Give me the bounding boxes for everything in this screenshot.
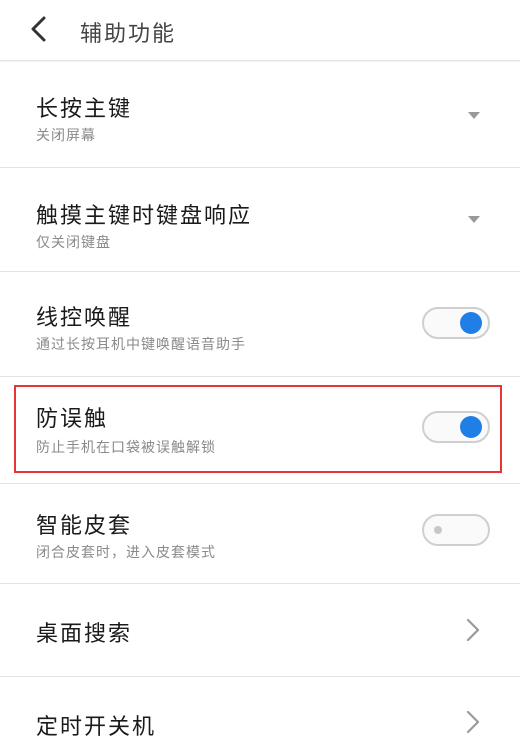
highlight-box <box>14 385 502 473</box>
setting-subtitle: 仅关闭键盘 <box>36 235 111 251</box>
page-title: 辅助功能 <box>80 22 177 47</box>
toggle-knob <box>434 526 442 534</box>
setting-title: 触摸主键时键盘响应 <box>36 204 253 229</box>
setting-subtitle: 关闭屏幕 <box>36 128 96 144</box>
setting-smart-cover: 智能皮套 闭合皮套时，进入皮套模式 <box>0 484 520 584</box>
setting-title: 桌面搜索 <box>36 622 133 647</box>
setting-title: 长按主键 <box>36 97 133 122</box>
wire-wake-toggle[interactable] <box>422 307 490 339</box>
setting-touch-home-keyboard[interactable]: 触摸主键时键盘响应 仅关闭键盘 <box>0 168 520 272</box>
app-header: 辅助功能 <box>0 0 520 61</box>
setting-subtitle: 通过长按耳机中键唤醒语音助手 <box>36 337 246 353</box>
setting-scheduled-power[interactable]: 定时开关机 <box>0 677 520 748</box>
back-button[interactable] <box>24 14 54 44</box>
chevron-right-icon <box>466 710 480 734</box>
toggle-knob <box>460 312 482 334</box>
dropdown-triangle-icon[interactable] <box>468 216 480 223</box>
back-arrow-icon <box>31 16 46 42</box>
setting-title: 定时开关机 <box>36 715 157 740</box>
chevron-right-icon <box>466 618 480 642</box>
dropdown-triangle-icon[interactable] <box>468 112 480 119</box>
setting-title: 智能皮套 <box>36 514 133 539</box>
setting-desktop-search[interactable]: 桌面搜索 <box>0 584 520 677</box>
smart-cover-toggle[interactable] <box>422 514 490 546</box>
setting-title: 线控唤醒 <box>36 306 133 331</box>
setting-wire-wake: 线控唤醒 通过长按耳机中键唤醒语音助手 <box>0 272 520 377</box>
setting-subtitle: 闭合皮套时，进入皮套模式 <box>36 545 216 561</box>
setting-long-press-home[interactable]: 长按主键 关闭屏幕 <box>0 61 520 168</box>
